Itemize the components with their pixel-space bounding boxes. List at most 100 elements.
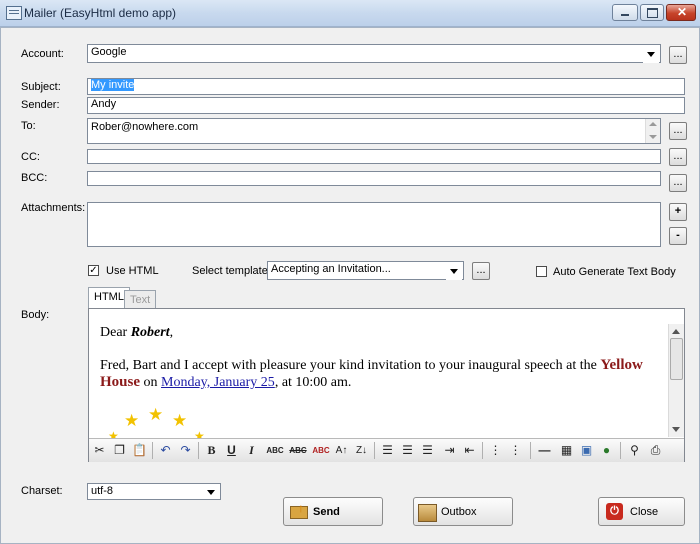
to-browse-button[interactable]: ...: [669, 122, 687, 140]
attachments-list[interactable]: [87, 202, 661, 247]
outdent-icon[interactable]: ⇤: [461, 442, 478, 459]
remove-attachment-button[interactable]: -: [669, 227, 687, 245]
scroll-up-icon[interactable]: [649, 122, 657, 126]
sort-desc-icon[interactable]: Z↓: [353, 442, 370, 459]
account-dropdown[interactable]: Google: [87, 44, 661, 63]
redo-icon[interactable]: ↷: [177, 442, 194, 459]
subject-input[interactable]: My invite: [87, 78, 685, 95]
editor-toolbar: ✂ ❐ 📋 ↶ ↷ B U I ABC ABC ABC A↑ Z↓ ☰ ☰ ☰ …: [89, 438, 684, 462]
chevron-down-icon[interactable]: [643, 46, 659, 63]
send-button[interactable]: ↑ Send: [283, 497, 383, 526]
cc-input[interactable]: [87, 149, 661, 164]
use-html-label: Use HTML: [106, 265, 159, 277]
bcc-input[interactable]: [87, 171, 661, 186]
scroll-down-icon[interactable]: [672, 427, 680, 432]
close-window-button[interactable]: ✕: [666, 4, 696, 21]
italic-icon[interactable]: I: [243, 442, 260, 459]
auto-generate-checkbox[interactable]: [536, 266, 547, 277]
chevron-down-icon[interactable]: [203, 484, 219, 499]
outbox-button[interactable]: Outbox: [413, 497, 513, 526]
to-label: To:: [21, 120, 36, 132]
send-label: Send: [313, 506, 340, 518]
horizontal-rule-icon[interactable]: —: [536, 442, 553, 459]
table-icon[interactable]: ▦: [558, 442, 575, 459]
charset-value: utf-8: [91, 485, 114, 497]
template-browse-button[interactable]: ...: [472, 262, 490, 280]
spellcheck-red-icon[interactable]: ABC: [311, 442, 331, 459]
find-icon[interactable]: ⚲: [626, 442, 643, 459]
invitation-paragraph: Fred, Bart and I accept with pleasure yo…: [100, 357, 643, 390]
cut-icon[interactable]: ✂: [91, 442, 108, 459]
chevron-down-icon[interactable]: [446, 263, 462, 280]
numbered-list-icon[interactable]: ⋮: [507, 442, 524, 459]
account-browse-button[interactable]: ...: [669, 46, 687, 64]
align-center-icon[interactable]: ☰: [399, 442, 416, 459]
to-scrollbar[interactable]: [645, 119, 660, 143]
scroll-up-icon[interactable]: [672, 329, 680, 334]
globe-link-icon[interactable]: ●: [598, 442, 615, 459]
maximize-button[interactable]: [640, 4, 664, 21]
toolbar-separator: [620, 442, 621, 459]
charset-dropdown[interactable]: utf-8: [87, 483, 221, 500]
spellcheck-icon[interactable]: ABC: [265, 442, 285, 459]
toolbar-separator: [482, 442, 483, 459]
stars-image: ★ ★ ★ ★ ★: [100, 405, 220, 439]
scroll-thumb[interactable]: [670, 338, 683, 380]
body-label: Body:: [21, 309, 50, 321]
bullet-list-icon[interactable]: ⋮: [487, 442, 504, 459]
undo-icon[interactable]: ↶: [157, 442, 174, 459]
close-label: Close: [630, 506, 659, 518]
minimize-icon: [621, 14, 629, 16]
scroll-down-icon[interactable]: [649, 135, 657, 139]
underline-icon[interactable]: U: [223, 442, 240, 459]
title-bar: Mailer (EasyHtml demo app) ✕: [0, 0, 700, 27]
maximize-icon: [647, 8, 658, 18]
copy-icon[interactable]: ❐: [111, 442, 128, 459]
bcc-browse-button[interactable]: ...: [669, 174, 687, 192]
bold-icon[interactable]: B: [203, 442, 220, 459]
editor-scrollbar[interactable]: [668, 324, 684, 437]
align-right-icon[interactable]: ☰: [419, 442, 436, 459]
sender-label: Sender:: [21, 99, 60, 111]
use-html-checkbox[interactable]: ✓: [88, 265, 99, 276]
bcc-label: BCC:: [21, 172, 48, 184]
window-title: Mailer (EasyHtml demo app): [24, 6, 177, 20]
account-value: Google: [91, 46, 127, 58]
outbox-icon: [418, 504, 437, 522]
power-icon: ⏻: [606, 503, 623, 520]
sort-asc-icon[interactable]: A↑: [333, 442, 350, 459]
arrow-up-icon: ↑: [298, 501, 304, 515]
cc-label: CC:: [21, 151, 40, 163]
indent-icon[interactable]: ⇥: [441, 442, 458, 459]
toolbar-separator: [198, 442, 199, 459]
template-label: Select template:: [192, 265, 271, 277]
image-icon[interactable]: ▣: [578, 442, 595, 459]
paste-icon[interactable]: 📋: [131, 442, 148, 459]
subject-value: My invite: [91, 79, 135, 91]
close-button[interactable]: ⏻ Close: [598, 497, 685, 526]
editor-content[interactable]: Dear Robert, Fred, Bart and I accept wit…: [100, 324, 665, 391]
app-icon: [6, 6, 22, 20]
close-icon: ✕: [677, 5, 688, 19]
to-value: Rober@nowhere.com: [91, 121, 199, 133]
align-left-icon[interactable]: ☰: [379, 442, 396, 459]
to-input[interactable]: Rober@nowhere.com: [87, 118, 661, 144]
tab-text[interactable]: Text: [124, 290, 157, 308]
attachments-label: Attachments:: [21, 202, 86, 214]
print-icon[interactable]: ⎙: [647, 442, 664, 459]
template-dropdown[interactable]: Accepting an Invitation...: [267, 261, 464, 280]
toolbar-separator: [374, 442, 375, 459]
template-value: Accepting an Invitation...: [271, 263, 391, 275]
star-icon: ★: [172, 411, 188, 430]
add-attachment-button[interactable]: +: [669, 203, 687, 221]
toolbar-separator: [530, 442, 531, 459]
toolbar-separator: [152, 442, 153, 459]
cc-browse-button[interactable]: ...: [669, 148, 687, 166]
minimize-button[interactable]: [612, 4, 638, 21]
subject-label: Subject:: [21, 81, 61, 93]
strikethrough-icon[interactable]: ABC: [288, 442, 308, 459]
sender-input[interactable]: Andy: [87, 97, 685, 114]
sender-value: Andy: [91, 98, 117, 110]
date-link[interactable]: Monday, January 25: [161, 375, 275, 390]
outbox-label: Outbox: [441, 506, 477, 518]
